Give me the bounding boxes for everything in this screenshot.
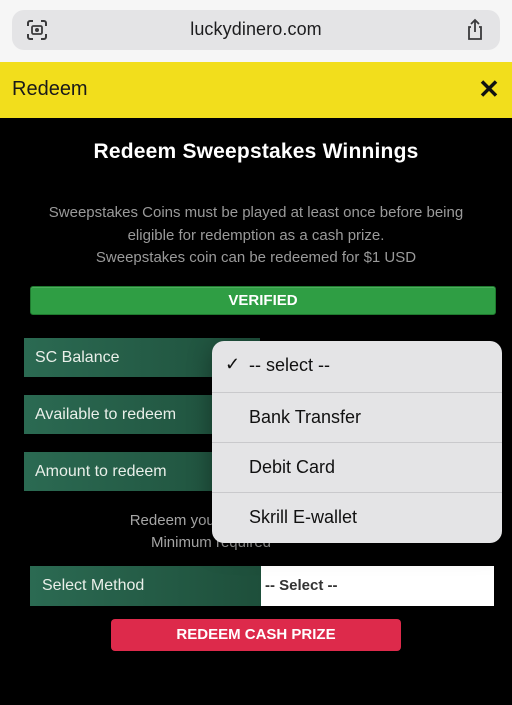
close-icon[interactable]: ✕: [474, 74, 504, 104]
verified-badge: VERIFIED: [30, 286, 496, 315]
modal-header: Redeem ✕: [0, 62, 512, 118]
info-line: Sweepstakes coin can be redeemed for $1 …: [95, 249, 417, 266]
info-line: Sweepstakes Coins must be played at leas…: [48, 204, 464, 221]
redemption-info: Sweepstakes Coins must be played at leas…: [20, 202, 492, 270]
info-line: eligible for redemption as a cash prize.: [127, 226, 385, 244]
method-select[interactable]: -- Select --: [261, 566, 494, 606]
select-method-label-text: Select Method: [42, 577, 145, 594]
amount-to-redeem-label: Amount to redeem: [35, 463, 167, 480]
dropdown-option-label: Bank Transfer: [249, 407, 362, 427]
dropdown-option-debit-card[interactable]: Debit Card: [212, 442, 502, 493]
dropdown-option-skrill[interactable]: Skrill E-wallet: [212, 492, 502, 543]
redeem-cash-prize-button[interactable]: REDEEM CASH PRIZE: [111, 619, 401, 651]
method-select-value: -- Select --: [265, 577, 338, 594]
url-text: luckydinero.com: [190, 19, 322, 39]
dropdown-option-label: Skrill E-wallet: [249, 507, 358, 527]
select-method-row: Select Method -- Select --: [30, 566, 494, 606]
sc-balance-label: SC Balance: [35, 349, 120, 366]
select-method-label: Select Method: [30, 566, 261, 606]
method-dropdown-menu: ✓ -- select -- Bank Transfer Debit Card …: [212, 341, 502, 543]
share-icon[interactable]: [464, 18, 486, 42]
address-bar[interactable]: luckydinero.com: [12, 10, 500, 50]
browser-bar: luckydinero.com: [0, 0, 512, 62]
dropdown-option-bank-transfer[interactable]: Bank Transfer: [212, 392, 502, 443]
available-to-redeem-label: Available to redeem: [35, 406, 177, 423]
dropdown-option-label: -- select --: [249, 355, 330, 375]
page-title: Redeem Sweepstakes Winnings: [93, 140, 419, 163]
modal-title: Redeem: [12, 78, 88, 100]
checkmark-icon: ✓: [225, 354, 241, 374]
dropdown-option-select[interactable]: ✓ -- select --: [212, 341, 502, 391]
dropdown-option-label: Debit Card: [249, 457, 336, 477]
